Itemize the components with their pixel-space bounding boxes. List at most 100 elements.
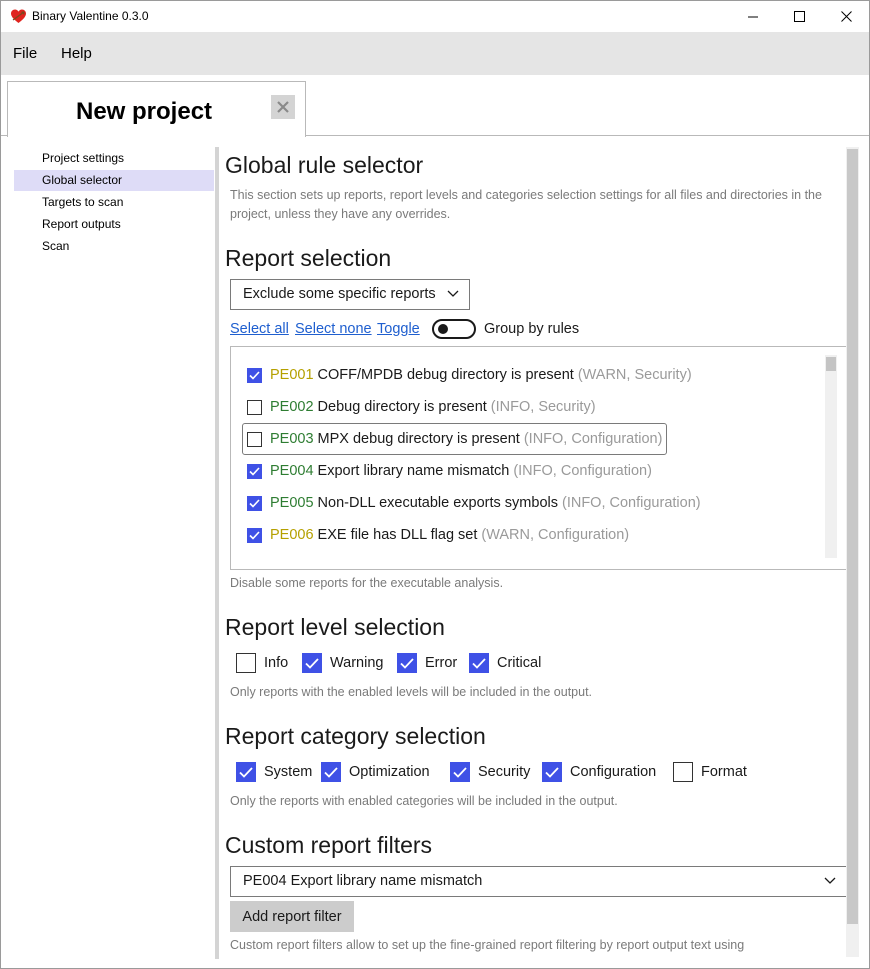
checkbox-label: Critical	[497, 655, 542, 671]
group-by-rules-switch[interactable]	[432, 319, 476, 339]
menu-help[interactable]: Help	[61, 45, 92, 62]
check-icon	[453, 766, 467, 778]
report-checkbox[interactable]	[247, 431, 262, 447]
category-checkbox-optimization[interactable]: Optimization	[321, 762, 430, 782]
add-report-filter-button[interactable]: Add report filter	[230, 901, 354, 932]
chevron-down-icon	[824, 877, 836, 884]
list-scrollbar[interactable]	[825, 355, 837, 558]
page-title: Global rule selector	[225, 152, 424, 178]
checkbox-label: System	[264, 764, 313, 780]
report-row[interactable]: PE004 Export library name mismatch (INFO…	[247, 455, 652, 487]
check-icon	[249, 530, 260, 540]
report-meta: (INFO, Configuration)	[523, 431, 663, 447]
category-checkbox-configuration[interactable]: Configuration	[542, 762, 656, 782]
report-row[interactable]: PE005 Non-DLL executable exports symbols…	[247, 487, 701, 519]
checkbox-box[interactable]	[321, 762, 341, 782]
tab-new-project[interactable]: New project	[7, 81, 306, 137]
sidebar-item-project-settings[interactable]: Project settings	[14, 148, 214, 169]
report-row[interactable]: PE006 EXE file has DLL flag set (WARN, C…	[247, 519, 629, 551]
report-code: PE005	[270, 495, 314, 511]
report-checkbox[interactable]	[247, 495, 262, 511]
checkbox-box[interactable]	[397, 653, 417, 673]
report-row[interactable]: PE002 Debug directory is present (INFO, …	[247, 391, 596, 423]
checkbox-label: Optimization	[349, 764, 430, 780]
checkbox-box[interactable]	[236, 762, 256, 782]
report-meta: (INFO, Configuration)	[513, 463, 652, 479]
checkbox-box[interactable]	[302, 653, 322, 673]
tab-title: New project	[76, 98, 213, 125]
page-description: This section sets up reports, report lev…	[230, 188, 822, 221]
report-code: PE003	[270, 431, 314, 447]
toggle-link[interactable]: Toggle	[377, 321, 420, 337]
content-scrollbar[interactable]	[846, 147, 859, 957]
check-icon	[400, 657, 414, 669]
tab-close-button[interactable]	[271, 95, 295, 119]
checkbox-label: Error	[425, 655, 458, 671]
report-name: Non-DLL executable exports symbols	[317, 495, 558, 511]
custom-filters-heading: Custom report filters	[225, 832, 433, 858]
check-icon	[324, 766, 338, 778]
report-mode-dropdown[interactable]: Exclude some specific reports	[230, 279, 470, 310]
report-name: MPX debug directory is present	[317, 431, 520, 447]
category-selection-hint: Only the reports with enabled categories…	[230, 794, 618, 808]
report-name: Debug directory is present	[317, 399, 487, 415]
report-checkbox[interactable]	[247, 463, 262, 479]
checkbox-box[interactable]	[450, 762, 470, 782]
group-by-rules-label: Group by rules	[484, 321, 580, 337]
report-row[interactable]: PE001 COFF/MPDB debug directory is prese…	[247, 359, 692, 391]
custom-filters-hint: Custom report filters allow to set up th…	[230, 938, 745, 952]
custom-filter-dropdown[interactable]: PE004 Export library name mismatch	[230, 866, 847, 897]
category-checkbox-security[interactable]: Security	[450, 762, 530, 782]
select-none-link[interactable]: Select none	[295, 321, 372, 337]
level-selection-hint: Only reports with the enabled levels wil…	[230, 685, 593, 699]
sidebar-item-targets-to-scan[interactable]: Targets to scan	[14, 192, 214, 213]
report-checkbox[interactable]	[247, 399, 262, 415]
select-all-link[interactable]: Select all	[230, 321, 289, 337]
heart-logo-icon	[11, 9, 26, 23]
app-window: Binary Valentine 0.3.0 File Help New pro…	[0, 0, 870, 969]
category-checkbox-system[interactable]: System	[236, 762, 312, 782]
level-selection-heading: Report level selection	[225, 614, 445, 640]
menu-file[interactable]: File	[13, 45, 37, 62]
check-icon	[239, 766, 253, 778]
checkbox-label: Security	[478, 764, 531, 780]
content-scroll-thumb[interactable]	[847, 149, 858, 924]
category-checkbox-format[interactable]: Format	[673, 762, 747, 782]
maximize-icon	[793, 11, 805, 22]
checkbox-box[interactable]	[542, 762, 562, 782]
check-icon	[472, 657, 486, 669]
category-selection-heading: Report category selection	[225, 723, 486, 749]
checkbox-box[interactable]	[469, 653, 489, 673]
check-icon	[249, 466, 260, 476]
checkbox-label: Warning	[330, 655, 384, 671]
checkbox-box[interactable]	[673, 762, 693, 782]
level-checkbox-critical[interactable]: Critical	[469, 653, 541, 673]
minimize-icon	[747, 16, 758, 18]
menu-bar: File Help	[1, 32, 869, 75]
maximize-button[interactable]	[776, 1, 822, 32]
report-meta: (INFO, Configuration)	[562, 495, 701, 511]
list-scroll-thumb[interactable]	[826, 357, 836, 371]
switch-knob	[438, 324, 448, 334]
sidebar-item-scan[interactable]: Scan	[14, 236, 214, 257]
tab-strip: New project	[1, 75, 869, 137]
close-icon	[277, 101, 289, 113]
checkbox-box[interactable]	[236, 653, 256, 673]
report-row[interactable]: PE003 MPX debug directory is present (IN…	[242, 423, 668, 455]
report-code: PE004	[270, 463, 314, 479]
sidebar-item-global-selector[interactable]: Global selector	[14, 170, 214, 191]
level-checkbox-error[interactable]: Error	[397, 653, 457, 673]
report-name: COFF/MPDB debug directory is present	[317, 367, 574, 383]
check-icon	[249, 498, 260, 508]
level-checkbox-info[interactable]: Info	[236, 653, 288, 673]
close-window-button[interactable]	[823, 1, 869, 32]
level-checkbox-warning[interactable]: Warning	[302, 653, 383, 673]
sidebar-item-report-outputs[interactable]: Report outputs	[14, 214, 214, 235]
check-icon	[249, 370, 260, 380]
chevron-down-icon	[447, 290, 459, 297]
report-meta: (WARN, Configuration)	[481, 527, 630, 543]
report-checkbox[interactable]	[247, 527, 262, 543]
report-code: PE006	[270, 527, 314, 543]
minimize-button[interactable]	[730, 1, 776, 32]
report-checkbox[interactable]	[247, 367, 262, 383]
